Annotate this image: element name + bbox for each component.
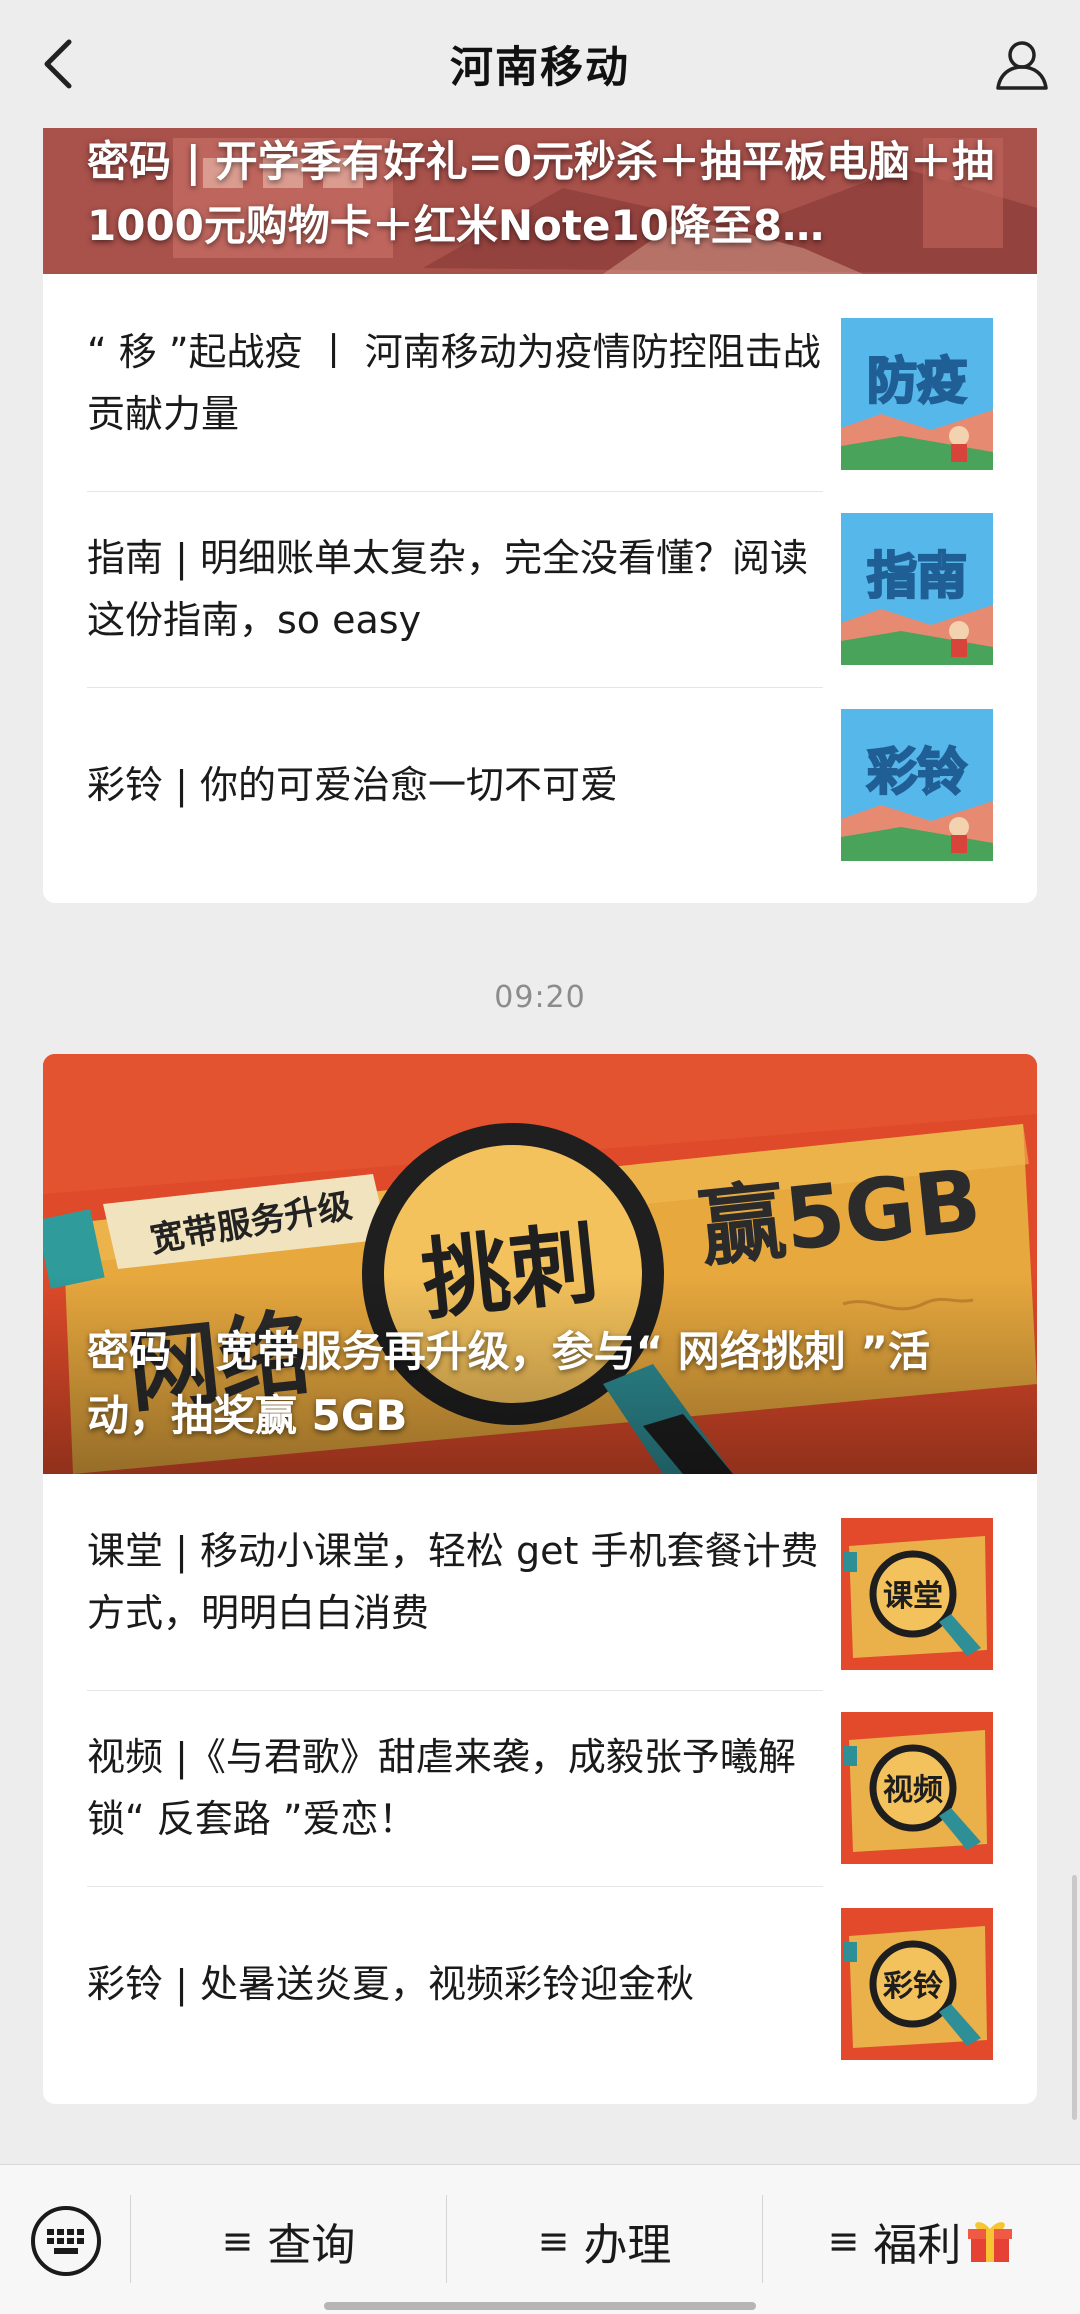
banner-title: 密码 | 开学季有好礼=0元秒杀＋抽平板电脑＋抽1000元购物卡＋红米Note1… bbox=[87, 137, 995, 250]
bottom-menu-bar: ≡ 查询 ≡ 办理 ≡ 福利 bbox=[0, 2164, 1080, 2314]
article-title: “ 移 ”起战疫 丨 河南移动为疫情防控阻击战贡献力量 bbox=[87, 329, 821, 436]
menu-lines-icon: ≡ bbox=[827, 2219, 860, 2263]
svg-text:课堂: 课堂 bbox=[883, 1579, 943, 1614]
svg-text:视频: 视频 bbox=[883, 1773, 943, 1808]
user-icon bbox=[996, 41, 1048, 90]
article-banner[interactable]: 密码 | 开学季有好礼=0元秒杀＋抽平板电脑＋抽1000元购物卡＋红米Note1… bbox=[43, 128, 1037, 274]
menu-lines-icon: ≡ bbox=[221, 2219, 254, 2263]
menu-benefits[interactable]: ≡ 福利 bbox=[763, 2205, 1080, 2277]
article-thumbnail: 课堂 bbox=[841, 1518, 993, 1670]
article-title: 彩铃 | 你的可爱治愈一切不可爱 bbox=[87, 763, 618, 807]
keyboard-toggle-button[interactable] bbox=[30, 2205, 102, 2277]
home-indicator[interactable] bbox=[324, 2302, 756, 2310]
keyboard-icon bbox=[31, 2206, 101, 2276]
article-card: 宽带服务升级 网络 赢5GB 挑刺 密码 | 宽带服务再升级，参与“ 网络挑刺 … bbox=[43, 1054, 1037, 2104]
article-list-item[interactable]: 视频 |《与君歌》甜虐来袭，成毅张予曦解锁“ 反套路 ”爱恋！ 视频 bbox=[87, 1690, 993, 1886]
article-thumbnail: 防疫 bbox=[841, 318, 993, 470]
message-timestamp: 09:20 bbox=[494, 980, 586, 1015]
top-navigation-bar: 河南移动 bbox=[0, 0, 1080, 128]
back-button[interactable] bbox=[28, 34, 88, 94]
menu-handle[interactable]: ≡ 办理 bbox=[447, 2205, 762, 2277]
article-list-item[interactable]: 指南 | 明细账单太复杂，完全没看懂？阅读这份指南，so easy 指南 bbox=[87, 491, 993, 687]
article-title: 彩铃 | 处暑送炎夏，视频彩铃迎金秋 bbox=[87, 1962, 694, 2006]
article-banner[interactable]: 宽带服务升级 网络 赢5GB 挑刺 密码 | 宽带服务再升级，参与“ 网络挑刺 … bbox=[43, 1054, 1037, 1474]
svg-text:指南: 指南 bbox=[867, 547, 967, 605]
gift-icon bbox=[968, 2222, 1013, 2262]
article-list-item[interactable]: 彩铃 | 你的可爱治愈一切不可爱 彩铃 bbox=[87, 687, 993, 883]
page-title: 河南移动 bbox=[450, 43, 630, 93]
menu-label: 办理 bbox=[583, 2220, 672, 2271]
chevron-left-icon bbox=[44, 39, 72, 89]
article-thumbnail: 指南 bbox=[841, 513, 993, 665]
article-thumbnail: 彩铃 bbox=[841, 709, 993, 861]
article-title: 视频 |《与君歌》甜虐来袭，成毅张予曦解锁“ 反套路 ”爱恋！ bbox=[87, 1735, 796, 1841]
menu-lines-icon: ≡ bbox=[537, 2219, 570, 2263]
svg-text:防疫: 防疫 bbox=[867, 352, 967, 410]
svg-text:彩铃: 彩铃 bbox=[883, 1969, 943, 2004]
scrollbar[interactable] bbox=[1072, 1875, 1077, 2120]
article-title: 课堂 | 移动小课堂，轻松 get 手机套餐计费方式，明明白白消费 bbox=[87, 1529, 819, 1635]
svg-text:彩铃: 彩铃 bbox=[867, 743, 967, 801]
menu-label: 福利 bbox=[873, 2220, 962, 2271]
banner-title: 密码 | 宽带服务再升级，参与“ 网络挑刺 ”活动，抽奖赢 5GB bbox=[87, 1327, 931, 1440]
article-thumbnail: 彩铃 bbox=[841, 1908, 993, 2060]
menu-label: 查询 bbox=[267, 2220, 356, 2271]
article-list-item[interactable]: 彩铃 | 处暑送炎夏，视频彩铃迎金秋 彩铃 bbox=[87, 1886, 993, 2082]
article-list-item[interactable]: 课堂 | 移动小课堂，轻松 get 手机套餐计费方式，明明白白消费 课堂 bbox=[87, 1474, 993, 1690]
profile-button[interactable] bbox=[990, 32, 1054, 96]
article-title: 指南 | 明细账单太复杂，完全没看懂？阅读这份指南，so easy bbox=[87, 536, 808, 642]
menu-query[interactable]: ≡ 查询 bbox=[131, 2205, 446, 2277]
article-thumbnail: 视频 bbox=[841, 1712, 993, 1864]
article-card: 密码 | 开学季有好礼=0元秒杀＋抽平板电脑＋抽1000元购物卡＋红米Note1… bbox=[43, 128, 1037, 903]
article-list-item[interactable]: “ 移 ”起战疫 丨 河南移动为疫情防控阻击战贡献力量 防疫 bbox=[87, 274, 993, 491]
